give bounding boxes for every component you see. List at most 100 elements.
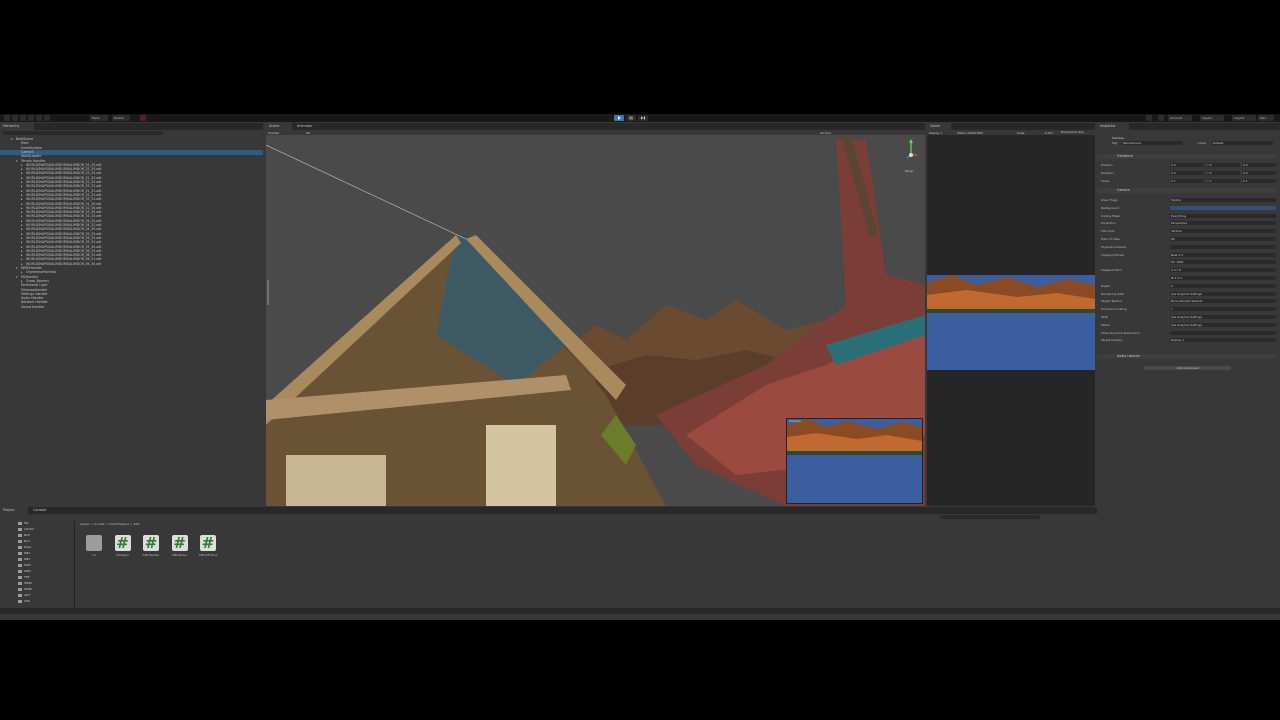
cloud-icon[interactable] — [1158, 115, 1164, 121]
account-dropdown[interactable]: Account — [1168, 115, 1192, 121]
project-tree-item[interactable]: AUDIO — [24, 527, 34, 532]
camera-preview-label: Camera — [789, 419, 801, 423]
step-button[interactable] — [638, 115, 648, 121]
asset-name: XMLUIFrame — [198, 553, 218, 557]
folder-icon — [18, 588, 22, 591]
transform-z-field[interactable]: Z 0 — [1242, 163, 1276, 167]
global-toggle[interactable]: Global — [112, 115, 130, 121]
camera-row-field[interactable]: None (Render Texture) — [1170, 299, 1276, 304]
project-breadcrumb[interactable]: Assets > Scripts > ClientHelpers > XML — [80, 522, 140, 526]
script-asset[interactable]: # UIHelper — [111, 535, 135, 557]
folder-asset[interactable]: UI — [82, 535, 106, 557]
transform-header[interactable]: Transform — [1097, 154, 1277, 159]
tab-hierarchy[interactable]: Hierarchy — [0, 123, 34, 130]
hierarchy-search-input[interactable] — [3, 131, 163, 135]
script-asset[interactable]: # XMLParser — [168, 535, 192, 557]
project-tree-item[interactable]: ADT — [24, 593, 30, 598]
collab-icon[interactable] — [1146, 115, 1152, 121]
csharp-script-icon: # — [171, 534, 188, 552]
project-tree-item[interactable]: Data — [24, 545, 31, 550]
add-component-button[interactable]: Add Component — [1144, 366, 1231, 370]
script-asset[interactable]: # XMLUIFrame — [196, 535, 220, 557]
camera-row-field[interactable]: Vertical — [1170, 229, 1276, 234]
camera-row-field[interactable]: Far 1000 — [1170, 260, 1276, 265]
camera-row-field[interactable]: Perspective — [1170, 221, 1276, 226]
scale-tool-icon[interactable] — [28, 115, 34, 121]
project-search-input[interactable] — [940, 515, 1040, 519]
game-viewport[interactable] — [927, 135, 1095, 506]
branch-dropdown[interactable]: Dev — [1258, 115, 1274, 121]
project-tree-item[interactable]: WMO — [24, 581, 32, 586]
camera-row-field[interactable]: Everything — [1170, 213, 1276, 218]
transform-x-field[interactable]: X 0 — [1170, 163, 1204, 167]
transform-y-field[interactable]: Y 0 — [1206, 171, 1240, 175]
rotate-tool-icon[interactable] — [20, 115, 26, 121]
tab-inspector[interactable]: Inspector — [1097, 123, 1129, 130]
camera-row-field[interactable]: Display 1 — [1170, 338, 1276, 343]
camera-row-field[interactable] — [1170, 205, 1276, 210]
scene-orientation-gizmo[interactable]: Persp — [901, 137, 921, 177]
audio-listener-header[interactable]: Audio Listener — [1097, 354, 1277, 359]
hierarchy-item[interactable]: Sound Handler — [0, 305, 45, 310]
layout-dropdown[interactable]: Layout — [1232, 115, 1256, 121]
project-tree-item[interactable]: WMB — [24, 587, 32, 592]
camera-row-field[interactable]: Near 0.3 — [1170, 252, 1276, 257]
move-tool-icon[interactable] — [12, 115, 18, 121]
object-name[interactable]: Camera — [1112, 136, 1124, 140]
camera-row-field[interactable]: Use Graphics Settings — [1170, 322, 1276, 327]
camera-row-field[interactable]: ✔ — [1170, 307, 1276, 312]
script-asset[interactable]: # XMLReader — [139, 535, 163, 557]
hand-tool-icon[interactable] — [4, 115, 10, 121]
project-tree-item[interactable]: BLS — [24, 539, 30, 544]
project-tree-item[interactable]: MPQ — [24, 569, 31, 574]
transform-z-field[interactable]: Z 0 — [1242, 171, 1276, 175]
camera-row-field[interactable]: Use Graphics Settings — [1170, 315, 1276, 319]
camera-component-header[interactable]: Camera — [1097, 188, 1277, 193]
project-tree-item[interactable]: DB2 — [24, 557, 30, 562]
persp-label[interactable]: Persp — [905, 169, 913, 173]
pause-button[interactable] — [626, 115, 636, 121]
camera-row-field[interactable]: W 1 H 1 — [1170, 276, 1276, 280]
asset-name: UI — [92, 553, 96, 557]
project-tree-item[interactable]: M2 — [24, 521, 29, 526]
tab-animator[interactable]: Animator — [294, 123, 324, 130]
folder-icon — [18, 540, 22, 543]
project-tree-item[interactable]: DBC — [24, 551, 30, 556]
project-tree-item[interactable]: XML — [24, 599, 30, 604]
tab-scene[interactable]: Scene — [266, 123, 292, 130]
folder-icon — [18, 600, 22, 603]
transform-z-field[interactable]: Z 1 — [1242, 179, 1276, 183]
layer-dropdown[interactable]: Default — [1212, 141, 1273, 145]
tab-game[interactable]: Game — [927, 123, 951, 130]
scene-viewport[interactable]: Persp Camera — [266, 135, 925, 506]
maximize-on-play-toggle[interactable]: Maximize On Play — [1061, 131, 1094, 134]
transform-x-field[interactable]: X 1 — [1170, 179, 1204, 183]
camera-row-field[interactable]: Skybox — [1170, 198, 1276, 202]
transform-x-field[interactable]: X 0 — [1170, 171, 1204, 175]
transform-y-field[interactable]: Y 0 — [1206, 163, 1240, 167]
tab-project[interactable]: Project — [0, 507, 28, 514]
camera-row-label: Occlusion Culling — [1101, 307, 1127, 312]
camera-row-field[interactable] — [1170, 244, 1276, 249]
camera-row-field[interactable]: Use Graphics Settings — [1170, 291, 1276, 296]
transform-y-field[interactable]: Y 1 — [1206, 179, 1240, 183]
layers-dropdown[interactable]: Layers — [1200, 115, 1224, 121]
project-tree-item[interactable]: BLP — [24, 533, 30, 538]
tag-dropdown[interactable]: MainCamera — [1122, 141, 1183, 145]
play-button[interactable] — [614, 115, 624, 121]
record-icon[interactable] — [140, 115, 146, 121]
camera-row-field[interactable]: X 0 Y 0 — [1170, 268, 1276, 273]
camera-row-field[interactable]: 60 — [1170, 237, 1276, 241]
pivot-toggle[interactable]: Pivot — [90, 115, 108, 121]
camera-row-field[interactable] — [1170, 330, 1276, 335]
transform-tool-icon[interactable] — [44, 115, 50, 121]
camera-row-field[interactable]: 0 — [1170, 283, 1276, 288]
tab-console[interactable]: Console — [30, 507, 60, 514]
project-tree-item[interactable]: M2D — [24, 563, 31, 568]
rect-tool-icon[interactable] — [36, 115, 42, 121]
folder-icon — [18, 558, 22, 561]
project-tree-item[interactable]: FNT — [24, 575, 30, 580]
folder-icon — [18, 528, 22, 531]
camera-row-label: Culling Mask — [1101, 213, 1120, 218]
camera-row-label: HDR — [1101, 315, 1108, 319]
